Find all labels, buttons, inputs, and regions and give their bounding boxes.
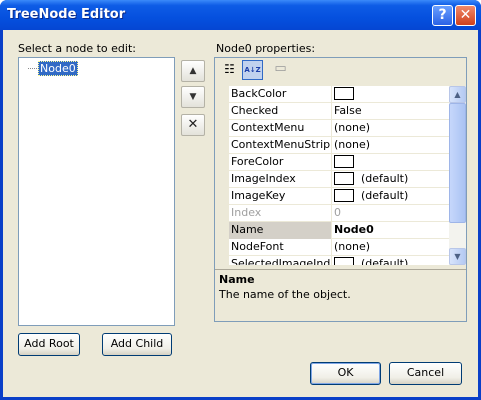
property-grid: ☷ A↓Z ▭ BackColor Checked False ContextM… [214,57,467,322]
move-down-button[interactable]: ▼ [181,86,205,108]
categorized-button[interactable]: ☷ [219,60,240,80]
dialog-client-area: Select a node to edit: Node0 ▲ ▼ ✕ Node0… [3,30,478,397]
property-name: NodeFont [231,240,284,253]
categorized-icon: ☷ [224,62,235,76]
alphabetical-sort-icon: A↓Z [244,66,261,74]
property-grid-rows: BackColor Checked False ContextMenu (non… [215,86,466,265]
row-gutter [215,86,229,103]
scroll-down-button[interactable]: ▼ [449,248,466,265]
row-gutter [215,188,229,205]
property-grid-toolbar: ☷ A↓Z ▭ [215,58,466,83]
property-description-panel: Name The name of the object. [215,269,466,321]
image-swatch [334,257,354,265]
column-separator [331,256,332,265]
color-swatch [334,155,354,168]
window-title: TreeNode Editor [7,7,126,22]
property-row-nodefont[interactable]: NodeFont (none) [215,239,449,256]
description-text: The name of the object. [219,288,351,301]
scroll-thumb[interactable] [449,103,466,223]
property-name: BackColor [231,87,287,100]
column-separator [331,86,332,103]
property-name: Index [231,206,262,219]
description-title: Name [219,273,255,286]
property-name: ContextMenuStrip [231,138,330,151]
property-row-imagekey[interactable]: ImageKey (default) [215,188,449,205]
property-name: ImageIndex [231,172,296,185]
property-name: ContextMenu [231,121,305,134]
ok-button[interactable]: OK [310,362,381,385]
property-row-selectedimageindex[interactable]: SelectedImageIndex (default) [215,256,449,265]
property-row-index[interactable]: Index 0 [215,205,449,222]
property-value: (default) [361,172,409,185]
property-name: ImageKey [231,189,286,202]
property-pages-button[interactable]: ▭ [270,60,291,80]
arrow-down-icon: ▼ [189,92,197,102]
add-root-button[interactable]: Add Root [18,333,80,356]
delete-node-button[interactable]: ✕ [181,114,205,136]
column-separator [331,120,332,137]
column-separator [331,188,332,205]
property-value: (default) [361,257,409,265]
column-separator [331,103,332,120]
row-gutter [215,205,229,222]
column-separator [331,239,332,256]
properties-label: Node0 properties: [216,42,316,55]
arrow-up-icon: ▲ [189,66,197,76]
alphabetical-button[interactable]: A↓Z [242,60,263,80]
title-bar[interactable]: TreeNode Editor ? ✕ [0,0,481,30]
image-swatch [334,189,354,202]
property-value: False [334,104,362,117]
row-gutter [215,171,229,188]
property-row-imageindex[interactable]: ImageIndex (default) [215,171,449,188]
move-up-button[interactable]: ▲ [181,60,205,82]
cancel-button[interactable]: Cancel [389,362,462,385]
column-separator [331,222,332,239]
image-swatch [334,172,354,185]
row-gutter [215,154,229,171]
delete-icon: ✕ [187,117,199,132]
tree-connector-line [28,68,37,69]
row-gutter [215,137,229,154]
property-value: (none) [334,138,371,151]
column-separator [331,154,332,171]
property-name: Name [231,223,264,236]
property-row-contextmenustrip[interactable]: ContextMenuStrip (none) [215,137,449,154]
property-value-input[interactable]: Node0 [334,223,374,236]
column-separator [331,137,332,154]
property-value: (none) [334,121,371,134]
property-pages-icon: ▭ [274,61,287,76]
property-value: 0 [334,206,341,219]
property-row-contextmenu[interactable]: ContextMenu (none) [215,120,449,137]
close-button[interactable]: ✕ [455,5,476,26]
scroll-up-button[interactable]: ▲ [449,86,466,103]
row-gutter [215,103,229,120]
property-name: SelectedImageIndex [231,257,330,265]
property-row-forecolor[interactable]: ForeColor [215,154,449,171]
tree-label: Select a node to edit: [18,42,136,55]
row-gutter [215,120,229,137]
help-button[interactable]: ? [432,5,453,26]
tree-node-item[interactable]: Node0 [38,61,78,76]
column-separator [331,171,332,188]
column-separator [331,205,332,222]
property-grid-scrollbar[interactable]: ▲ ▼ [449,86,466,265]
dialog-window: TreeNode Editor ? ✕ Select a node to edi… [0,0,481,400]
property-row-checked[interactable]: Checked False [215,103,449,120]
add-child-button[interactable]: Add Child [102,333,172,356]
property-row-backcolor[interactable]: BackColor [215,86,449,103]
row-gutter [215,239,229,256]
property-name: Checked [231,104,279,117]
property-value: (none) [334,240,371,253]
color-swatch [334,87,354,100]
property-row-name[interactable]: Name Node0 [215,222,449,239]
node-tree-view[interactable]: Node0 [18,57,175,326]
property-name: ForeColor [231,155,284,168]
row-gutter [215,256,229,265]
property-value: (default) [361,189,409,202]
row-gutter [215,222,229,239]
